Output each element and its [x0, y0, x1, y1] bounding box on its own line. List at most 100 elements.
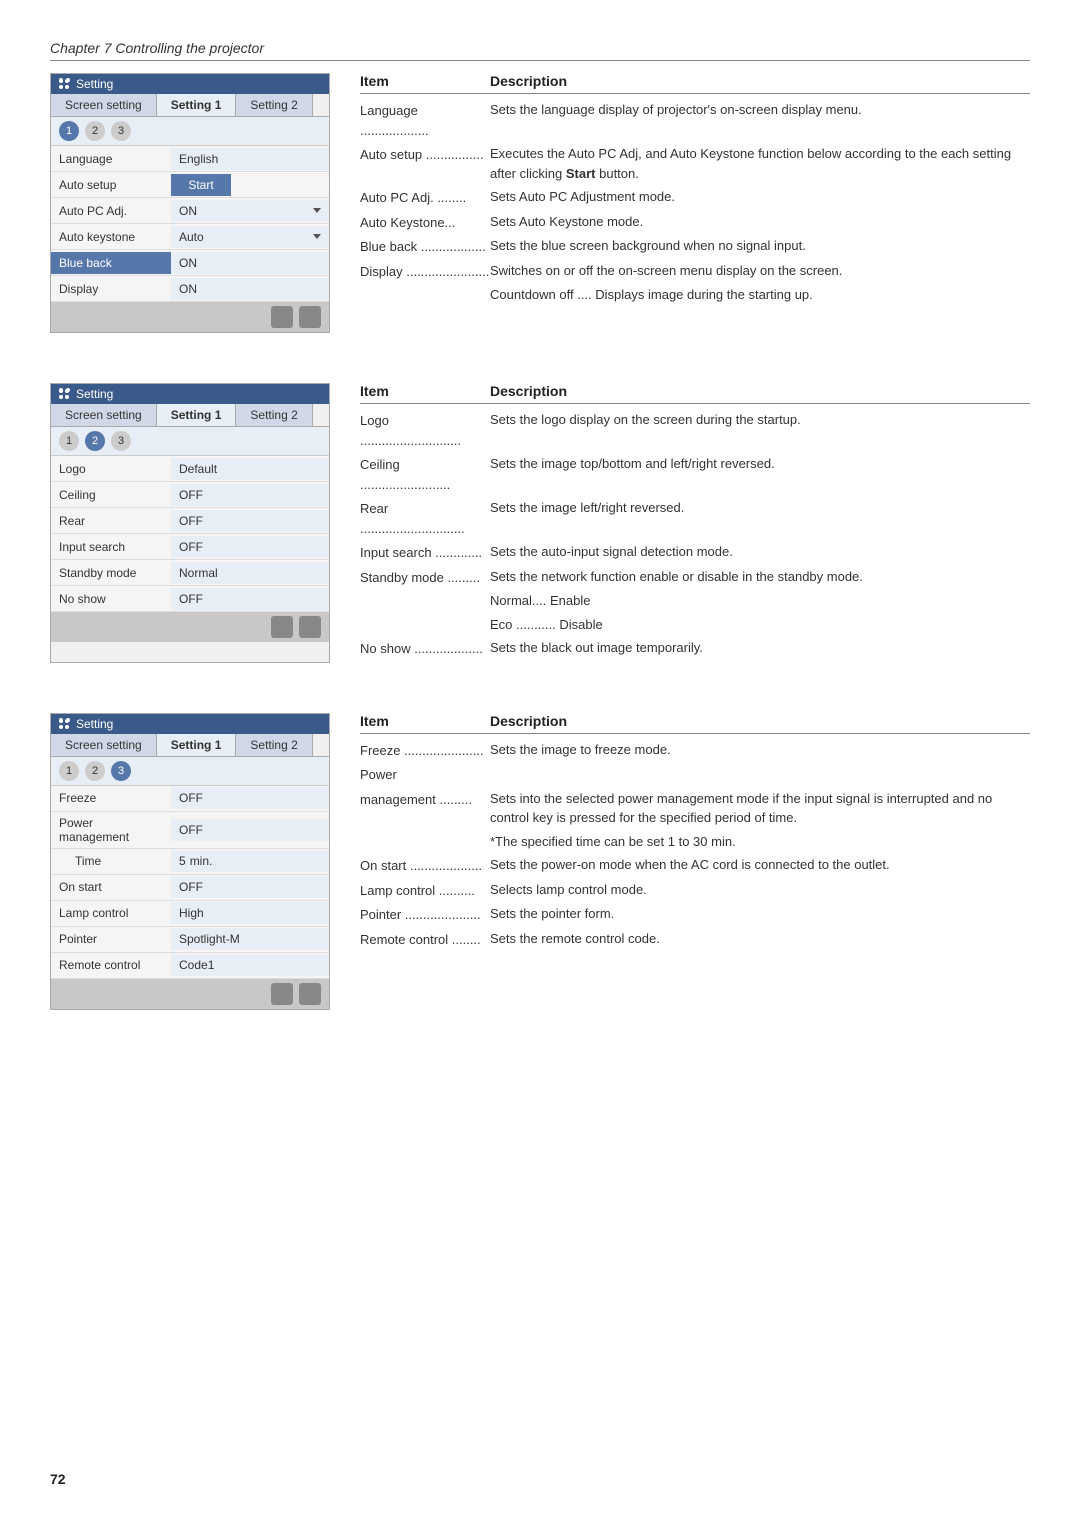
- desc-header-1: Item Description: [360, 73, 1030, 94]
- value-power-mgmt[interactable]: OFF: [171, 819, 329, 841]
- desc-row-lamp-ctrl: Lamp control .......... Selects lamp con…: [360, 880, 1030, 901]
- value-auto-pc-adj[interactable]: ON: [171, 200, 329, 222]
- col-item-label-2: Item: [360, 383, 490, 399]
- desc-table-2: Item Description Logo ..................…: [360, 383, 1030, 663]
- col-desc-label-2: Description: [490, 383, 1030, 399]
- desc-text-lamp-ctrl: Selects lamp control mode.: [490, 880, 1030, 901]
- setting-panel-2: Setting Screen setting Setting 1 Setting…: [50, 383, 330, 663]
- value-ceiling[interactable]: OFF: [171, 484, 329, 506]
- label-remote-control: Remote control: [51, 954, 171, 976]
- footer-icon-2: [299, 306, 321, 328]
- value-lamp-control[interactable]: High: [171, 902, 329, 924]
- col-desc-label-1: Description: [490, 73, 1030, 89]
- value-remote-control[interactable]: Code1: [171, 954, 329, 976]
- desc-text-noshow: Sets the black out image temporarily.: [490, 638, 1030, 659]
- footer-icon-4: [299, 616, 321, 638]
- label-freeze: Freeze: [51, 787, 171, 809]
- tab-setting2-1[interactable]: Setting 2: [236, 94, 312, 116]
- panel-footer-1: [51, 302, 329, 332]
- tab-screen-setting-3[interactable]: Screen setting: [51, 734, 157, 756]
- tab-setting1-3[interactable]: Setting 1: [157, 734, 237, 756]
- desc-item-standby: Standby mode .........: [360, 567, 490, 588]
- tab-setting1-2[interactable]: Setting 1: [157, 404, 237, 426]
- tab-num-3-3[interactable]: 3: [111, 761, 131, 781]
- col-item-label-3: Item: [360, 713, 490, 729]
- desc-text-normal: Normal.... Enable: [490, 591, 1030, 611]
- value-logo[interactable]: Default: [171, 458, 329, 480]
- tab-screen-setting-2[interactable]: Screen setting: [51, 404, 157, 426]
- value-input-search[interactable]: OFF: [171, 536, 329, 558]
- value-no-show[interactable]: OFF: [171, 588, 329, 610]
- tab-setting2-2[interactable]: Setting 2: [236, 404, 312, 426]
- desc-item-countdown: [360, 285, 490, 305]
- row-remote-control: Remote control Code1: [51, 953, 329, 979]
- desc-item-power-mgmt: management .........: [360, 789, 490, 828]
- desc-text-display: Switches on or off the on-screen menu di…: [490, 261, 1030, 282]
- value-standby-mode[interactable]: Normal: [171, 562, 329, 584]
- time-suffix: min.: [190, 854, 213, 868]
- row-logo: Logo Default: [51, 456, 329, 482]
- setting-panel-3: Setting Screen setting Setting 1 Setting…: [50, 713, 330, 1010]
- tab-setting1-1[interactable]: Setting 1: [157, 94, 237, 116]
- desc-table-3: Item Description Freeze ................…: [360, 713, 1030, 1010]
- panel-footer-3: [51, 979, 329, 1009]
- desc-item-normal: [360, 591, 490, 611]
- desc-item-time-spec: [360, 832, 490, 852]
- desc-row-autopcadj: Auto PC Adj. ........ Sets Auto PC Adjus…: [360, 187, 1030, 208]
- tab-num-2-2[interactable]: 2: [85, 431, 105, 451]
- desc-item-rear: Rear .............................: [360, 498, 490, 538]
- tab-setting2-3[interactable]: Setting 2: [236, 734, 312, 756]
- desc-row-eco: Eco ........... Disable: [360, 615, 1030, 635]
- desc-item-display: Display .......................: [360, 261, 490, 282]
- label-lamp-control: Lamp control: [51, 902, 171, 924]
- setting-icon-2: [59, 388, 71, 400]
- desc-row-logo: Logo ............................ Sets t…: [360, 410, 1030, 450]
- panel-footer-2: [51, 612, 329, 642]
- desc-text-freeze: Sets the image to freeze mode.: [490, 740, 1030, 761]
- setting-icon-3: [59, 718, 71, 730]
- value-time[interactable]: 5 min.: [171, 850, 329, 872]
- value-blue-back[interactable]: ON: [171, 252, 329, 274]
- tab-num-1-2[interactable]: 2: [85, 121, 105, 141]
- desc-row-ceiling: Ceiling ......................... Sets t…: [360, 454, 1030, 494]
- col-desc-label-3: Description: [490, 713, 1030, 729]
- row-no-show: No show OFF: [51, 586, 329, 612]
- label-rear: Rear: [51, 510, 171, 532]
- desc-row-autosetup: Auto setup ................ Executes the…: [360, 144, 1030, 183]
- row-display: Display ON: [51, 276, 329, 302]
- tab-num-1-3[interactable]: 3: [111, 121, 131, 141]
- row-lamp-control: Lamp control High: [51, 901, 329, 927]
- desc-row-pointer: Pointer ..................... Sets the p…: [360, 904, 1030, 925]
- desc-row-noshow: No show ................... Sets the bla…: [360, 638, 1030, 659]
- desc-text-blueback: Sets the blue screen background when no …: [490, 236, 1030, 257]
- desc-item-ceiling: Ceiling .........................: [360, 454, 490, 494]
- desc-item-power-label: Power: [360, 764, 490, 785]
- tab-screen-setting-1[interactable]: Screen setting: [51, 94, 157, 116]
- panel-titlebar-3: Setting: [51, 714, 329, 734]
- desc-item-lamp-ctrl: Lamp control ..........: [360, 880, 490, 901]
- value-on-start[interactable]: OFF: [171, 876, 329, 898]
- value-language[interactable]: English: [171, 148, 329, 170]
- value-display[interactable]: ON: [171, 278, 329, 300]
- value-pointer[interactable]: Spotlight-M: [171, 928, 329, 950]
- btn-start[interactable]: Start: [171, 174, 231, 196]
- desc-row-language: Language ................... Sets the la…: [360, 100, 1030, 140]
- footer-icon-3: [271, 616, 293, 638]
- tab-num-2-3[interactable]: 3: [111, 431, 131, 451]
- value-rear[interactable]: OFF: [171, 510, 329, 532]
- label-logo: Logo: [51, 458, 171, 480]
- tab-num-2-1[interactable]: 1: [59, 431, 79, 451]
- tab-num-1-1[interactable]: 1: [59, 121, 79, 141]
- desc-text-autokeystone: Sets Auto Keystone mode.: [490, 212, 1030, 233]
- tab-num-3-1[interactable]: 1: [59, 761, 79, 781]
- value-auto-keystone[interactable]: Auto: [171, 226, 329, 248]
- row-standby-mode: Standby mode Normal: [51, 560, 329, 586]
- label-pointer: Pointer: [51, 928, 171, 950]
- value-freeze[interactable]: OFF: [171, 787, 329, 809]
- tab-num-3-2[interactable]: 2: [85, 761, 105, 781]
- label-standby-mode: Standby mode: [51, 562, 171, 584]
- row-on-start: On start OFF: [51, 875, 329, 901]
- desc-row-normal: Normal.... Enable: [360, 591, 1030, 611]
- row-power-mgmt: Power management OFF: [51, 812, 329, 849]
- label-on-start: On start: [51, 876, 171, 898]
